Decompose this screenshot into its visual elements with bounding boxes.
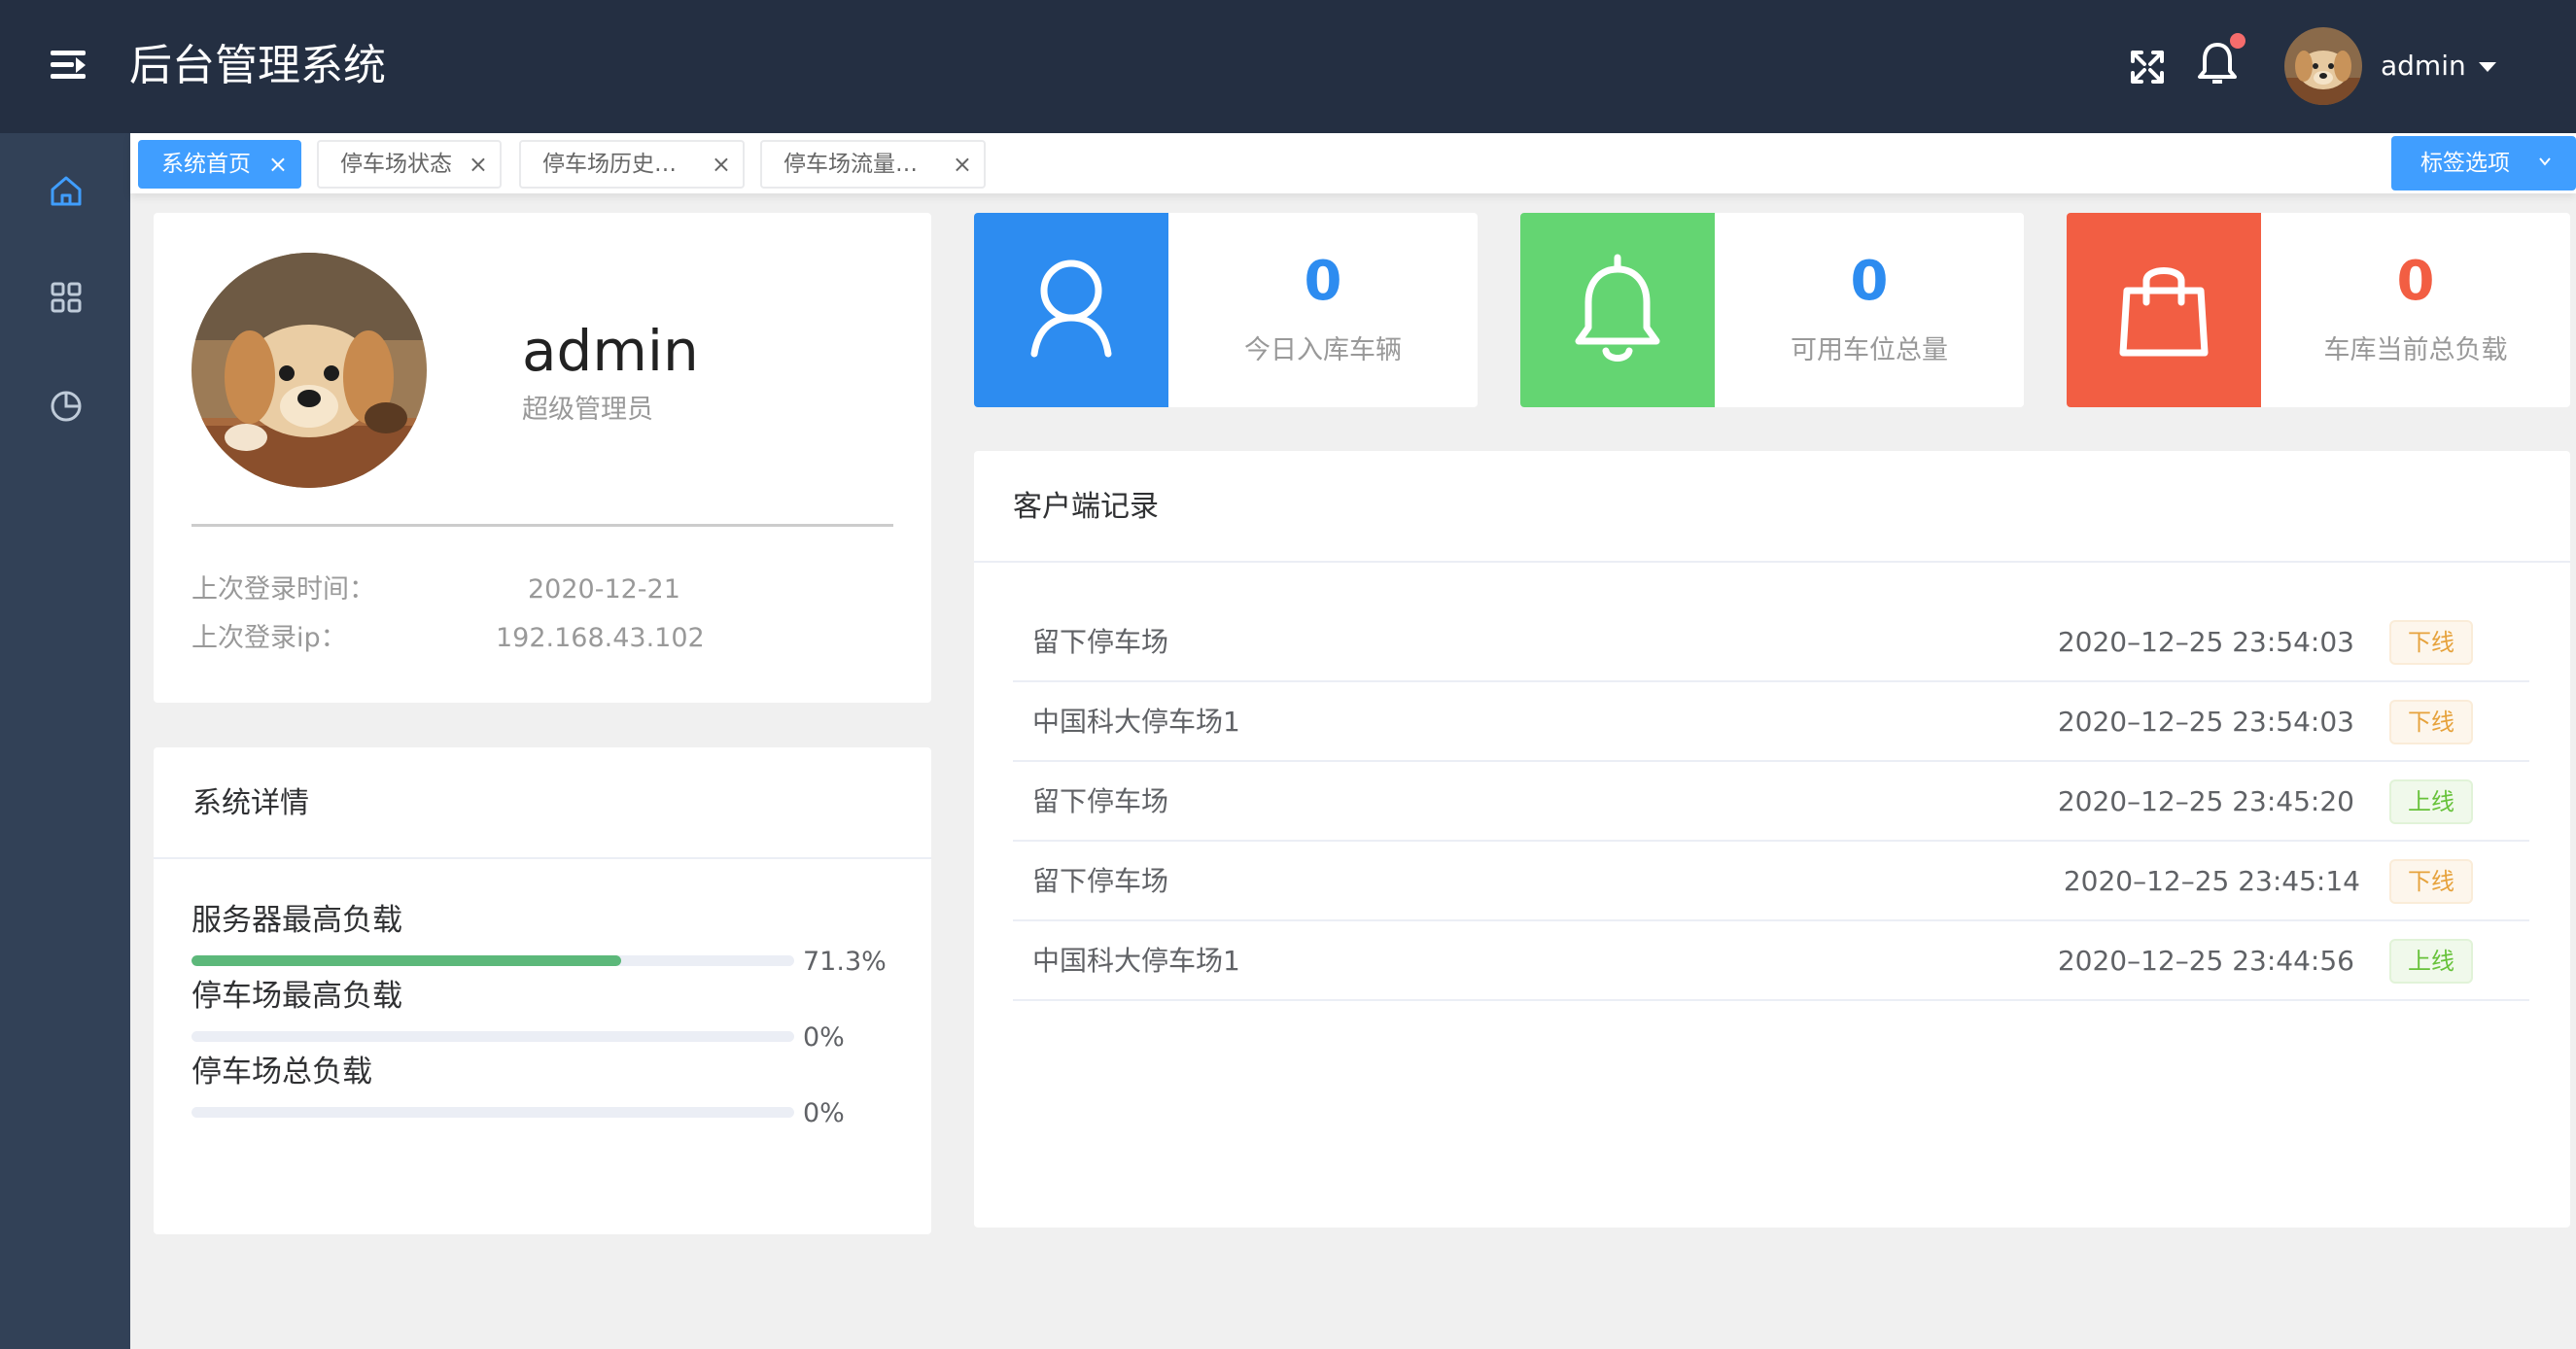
notification-badge bbox=[2230, 33, 2245, 49]
log-parking-name: 中国科大停车场1 bbox=[1032, 945, 1240, 977]
bell-icon bbox=[1520, 213, 1715, 407]
parking-total-load-label: 停车场总负载 bbox=[191, 1055, 372, 1090]
log-parking-name: 留下停车场 bbox=[1032, 785, 1169, 817]
server-load-bar bbox=[191, 955, 794, 966]
profile-avatar bbox=[191, 253, 427, 488]
header-username[interactable]: admin bbox=[2381, 47, 2466, 86]
table-row[interactable]: 中国科大停车场1 2020–12–25 23:54:03 下线 bbox=[1013, 682, 2529, 762]
stat-value: 0 bbox=[1850, 250, 1889, 313]
stat-label: 可用车位总量 bbox=[1791, 335, 1948, 365]
chevron-down-icon bbox=[2539, 157, 2551, 166]
system-details-title: 系统详情 bbox=[154, 747, 931, 859]
profile-name: admin bbox=[522, 318, 699, 384]
parking-total-load-bar bbox=[191, 1107, 794, 1118]
last-login-ip-value: 192.168.43.102 bbox=[496, 623, 705, 653]
tag-label: 停车场流量… bbox=[783, 152, 918, 177]
log-time: 2020–12–25 23:54:03 bbox=[2057, 706, 2354, 738]
stat-label: 今日入库车辆 bbox=[1244, 335, 1402, 365]
parking-max-load-bar bbox=[191, 1031, 794, 1042]
status-badge: 下线 bbox=[2389, 859, 2473, 904]
tag-options-label: 标签选项 bbox=[2420, 151, 2510, 176]
tag-parking-status[interactable]: 停车场状态 × bbox=[317, 140, 502, 189]
server-load-text: 71.3% bbox=[803, 947, 887, 977]
pie-chart-icon[interactable] bbox=[48, 387, 85, 424]
stat-value: 0 bbox=[1304, 250, 1342, 313]
last-login-time-value: 2020-12-21 bbox=[528, 574, 680, 605]
avatar[interactable] bbox=[2284, 27, 2362, 105]
stat-label: 车库当前总负载 bbox=[2323, 335, 2508, 365]
log-parking-name: 中国科大停车场1 bbox=[1032, 706, 1240, 738]
parking-max-load-text: 0% bbox=[803, 1022, 845, 1053]
table-row[interactable]: 留下停车场 2020–12–25 23:45:14 下线 bbox=[1013, 842, 2529, 921]
grid-icon[interactable] bbox=[48, 279, 85, 316]
server-load-label: 服务器最高负载 bbox=[191, 903, 402, 938]
log-time: 2020–12–25 23:45:14 bbox=[2063, 865, 2360, 897]
tag-options-button[interactable]: 标签选项 bbox=[2391, 136, 2576, 190]
parking-max-load-label: 停车场最高负载 bbox=[191, 979, 402, 1014]
home-icon[interactable] bbox=[48, 172, 85, 209]
status-badge: 下线 bbox=[2389, 700, 2473, 744]
client-log-title: 客户端记录 bbox=[974, 451, 2570, 563]
app-title: 后台管理系统 bbox=[129, 41, 386, 90]
stat-card-available: 0 可用车位总量 bbox=[1520, 213, 2024, 407]
close-icon[interactable]: × bbox=[469, 142, 488, 187]
status-badge: 下线 bbox=[2389, 620, 2473, 665]
profile-divider bbox=[191, 524, 893, 527]
status-badge: 上线 bbox=[2389, 779, 2473, 824]
tag-label: 停车场状态 bbox=[340, 152, 452, 177]
caret-down-icon[interactable] bbox=[2479, 62, 2496, 72]
tag-label: 系统首页 bbox=[161, 152, 251, 177]
close-icon[interactable]: × bbox=[953, 142, 972, 187]
last-login-ip-label: 上次登录ip： bbox=[191, 623, 347, 653]
stat-card-today-in: 0 今日入库车辆 bbox=[974, 213, 1478, 407]
tag-home[interactable]: 系统首页 × bbox=[138, 140, 301, 189]
profile-role: 超级管理员 bbox=[522, 395, 653, 425]
log-time: 2020–12–25 23:54:03 bbox=[2057, 626, 2354, 658]
table-row[interactable]: 留下停车场 2020–12–25 23:54:03 下线 bbox=[1013, 603, 2529, 682]
table-row[interactable]: 留下停车场 2020–12–25 23:45:20 上线 bbox=[1013, 762, 2529, 842]
user-icon bbox=[974, 213, 1168, 407]
shopping-bag-icon bbox=[2067, 213, 2261, 407]
status-badge: 上线 bbox=[2389, 939, 2473, 984]
log-time: 2020–12–25 23:45:20 bbox=[2057, 785, 2354, 817]
close-icon[interactable]: × bbox=[268, 142, 288, 187]
tag-parking-history[interactable]: 停车场历史… × bbox=[519, 140, 745, 189]
log-parking-name: 留下停车场 bbox=[1032, 865, 1169, 897]
tag-parking-flow[interactable]: 停车场流量… × bbox=[760, 140, 986, 189]
tag-label: 停车场历史… bbox=[542, 152, 677, 177]
table-row[interactable]: 中国科大停车场1 2020–12–25 23:44:56 上线 bbox=[1013, 921, 2529, 1001]
top-header: 后台管理系统 admin bbox=[0, 0, 2576, 133]
stat-card-total-load: 0 车库当前总负载 bbox=[2067, 213, 2570, 407]
sidebar bbox=[0, 133, 130, 1349]
close-icon[interactable]: × bbox=[712, 142, 731, 187]
log-time: 2020–12–25 23:44:56 bbox=[2057, 945, 2354, 977]
stat-value: 0 bbox=[2396, 250, 2435, 313]
last-login-time-label: 上次登录时间： bbox=[191, 574, 375, 605]
fullscreen-icon[interactable] bbox=[2123, 43, 2172, 91]
log-parking-name: 留下停车场 bbox=[1032, 626, 1169, 658]
parking-total-load-text: 0% bbox=[803, 1098, 845, 1128]
menu-icon[interactable] bbox=[51, 51, 86, 80]
